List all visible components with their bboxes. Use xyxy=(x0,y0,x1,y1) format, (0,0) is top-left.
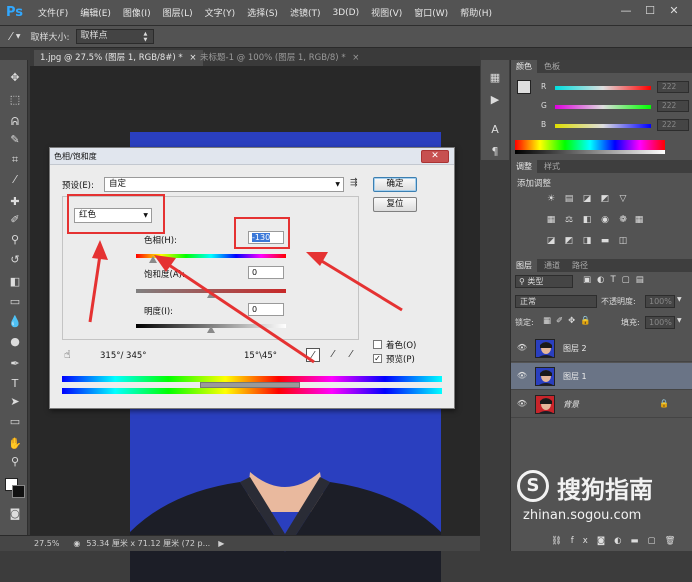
watermark-url: zhinan.sogou.com xyxy=(523,508,642,523)
sogou-logo-icon: S xyxy=(517,470,549,502)
watermark-brand: 搜狗指南 xyxy=(557,476,653,504)
sogou-watermark: S 搜狗指南 zhinan.sogou.com xyxy=(515,468,692,528)
